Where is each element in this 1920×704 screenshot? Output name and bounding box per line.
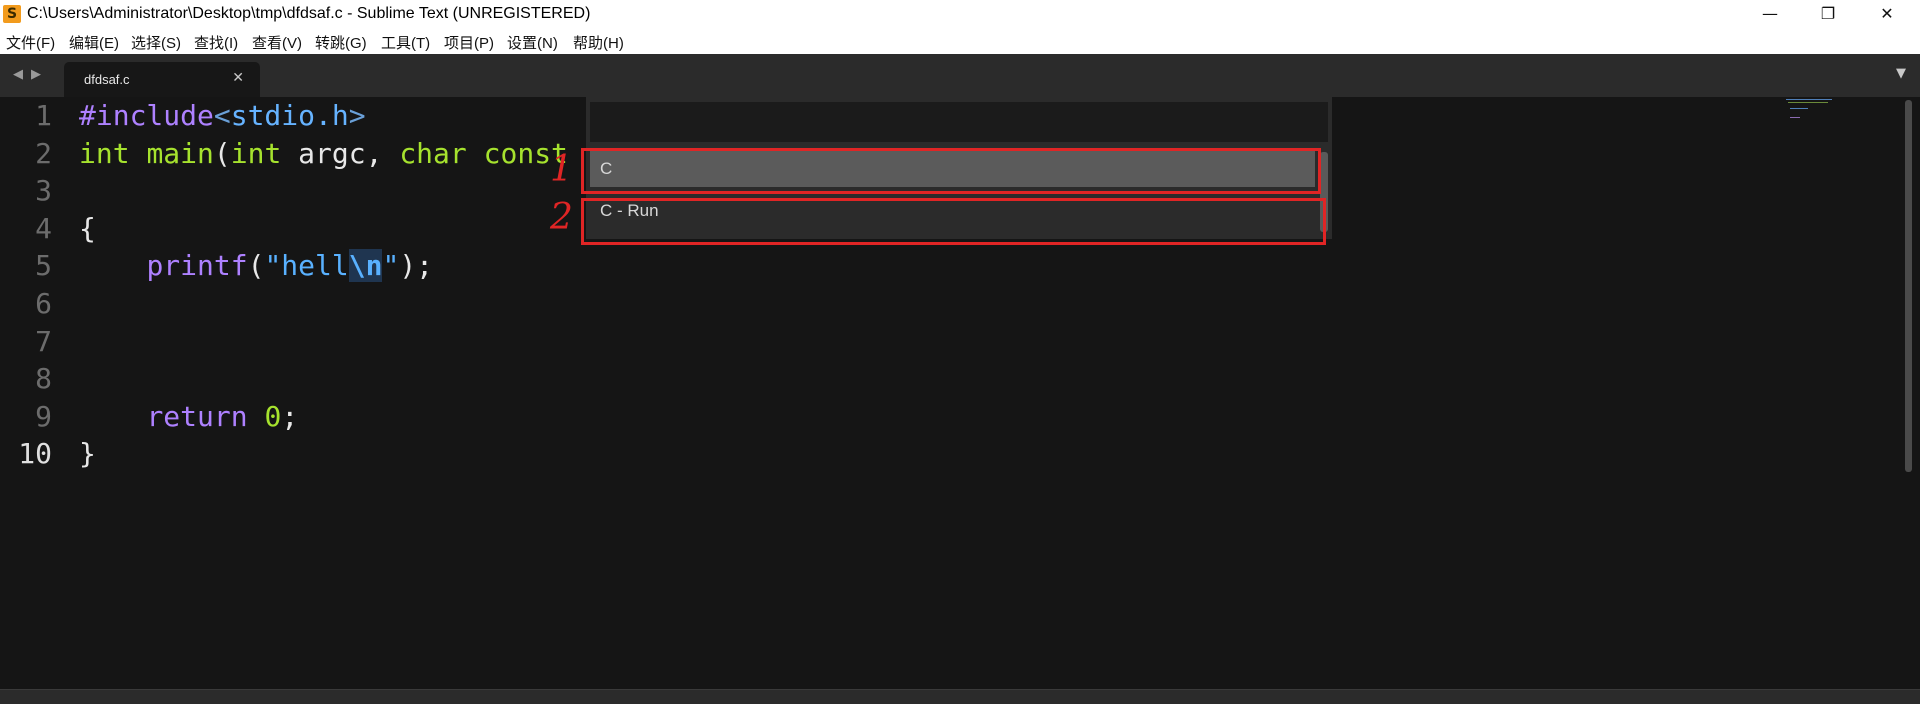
angle-close: > — [348, 99, 366, 132]
code-paren: ( — [247, 249, 265, 283]
menu-project[interactable]: 项目(P) — [444, 32, 494, 53]
code-line-2: int main(int argc, char const — [79, 135, 568, 173]
menu-find[interactable]: 查找(I) — [194, 32, 238, 53]
line-number-active: 10 — [18, 437, 52, 471]
line-number: 5 — [35, 249, 52, 283]
tab-prev-icon[interactable]: ◀ — [13, 67, 23, 83]
minimap-line — [1790, 108, 1808, 109]
annotation-number-2: 2 — [550, 197, 573, 238]
line-number: 4 — [35, 211, 52, 245]
line-number: 6 — [35, 287, 52, 320]
popup-filter-input[interactable] — [590, 102, 1328, 142]
line-number: 7 — [35, 324, 52, 358]
tab-close-icon[interactable]: ✕ — [232, 69, 244, 87]
tab-list-dropdown-icon[interactable]: ▼ — [1896, 66, 1906, 82]
annotation-box-1 — [581, 148, 1321, 194]
code-line-1: #include<stdio.h> — [79, 97, 366, 135]
annotation-number-1: 1 — [550, 149, 573, 190]
function-call: printf — [146, 249, 248, 283]
menu-tools[interactable]: 工具(T) — [381, 32, 430, 53]
escape-sequence: \n — [348, 249, 383, 283]
type-keyword: int — [230, 136, 282, 170]
minimize-button[interactable]: — — [1741, 0, 1799, 28]
code-semicolon: ; — [281, 399, 299, 433]
angle-open: < — [213, 99, 231, 132]
line-number: 2 — [35, 136, 52, 170]
status-bar — [0, 689, 1920, 704]
minimap[interactable] — [1786, 99, 1836, 121]
type-keyword: int — [79, 136, 130, 170]
title-bar: S C:\Users\Administrator\Desktop\tmp\dfd… — [0, 0, 1920, 28]
menu-selection[interactable]: 选择(S) — [131, 32, 181, 53]
tab-strip: ◀ ▶ dfdsaf.c ✕ ▼ — [0, 54, 1920, 97]
string-end: " — [382, 249, 400, 283]
line-number: 8 — [35, 362, 52, 396]
line-number: 9 — [35, 399, 52, 433]
sublime-app-icon: S — [3, 5, 21, 23]
minimap-line — [1786, 99, 1832, 100]
code-params: argc, — [281, 136, 400, 170]
close-window-button[interactable]: ✕ — [1858, 0, 1916, 28]
minimap-line — [1790, 117, 1800, 118]
line-number: 3 — [35, 174, 52, 208]
tab-dfdsaf[interactable]: dfdsaf.c ✕ — [64, 62, 260, 97]
string-literal: "hell — [264, 249, 349, 283]
return-keyword: return — [146, 399, 248, 433]
code-line-5: printf("hell\n"); — [79, 247, 433, 285]
menu-goto[interactable]: 转跳(G) — [315, 32, 367, 53]
minimap-line — [1788, 102, 1828, 103]
number-literal: 0 — [264, 399, 282, 433]
tab-label: dfdsaf.c — [84, 72, 130, 87]
window-title: C:\Users\Administrator\Desktop\tmp\dfdsa… — [27, 5, 591, 22]
code-close: ); — [399, 249, 434, 283]
header-name: stdio.h — [230, 99, 349, 132]
vertical-scrollbar[interactable] — [1905, 100, 1912, 472]
tab-next-icon[interactable]: ▶ — [31, 67, 41, 83]
menu-bar: 文件(F) 编辑(E) 选择(S) 查找(I) 查看(V) 转跳(G) 工具(T… — [0, 28, 1920, 54]
code-line-9: return 0; — [79, 398, 298, 436]
menu-preferences[interactable]: 设置(N) — [507, 32, 558, 53]
preprocessor-directive: #include — [79, 99, 214, 132]
menu-help[interactable]: 帮助(H) — [573, 32, 624, 53]
code-line-10: } — [79, 437, 96, 471]
menu-edit[interactable]: 编辑(E) — [69, 32, 119, 53]
type-keyword: char — [399, 136, 467, 170]
menu-file[interactable]: 文件(F) — [6, 32, 55, 53]
maximize-button[interactable]: ❐ — [1799, 0, 1857, 28]
function-name: main — [146, 136, 214, 170]
code-paren: ( — [213, 136, 231, 170]
line-number: 1 — [35, 99, 52, 132]
code-line-4: { — [79, 211, 96, 245]
menu-view[interactable]: 查看(V) — [252, 32, 302, 53]
annotation-box-2 — [581, 198, 1326, 245]
